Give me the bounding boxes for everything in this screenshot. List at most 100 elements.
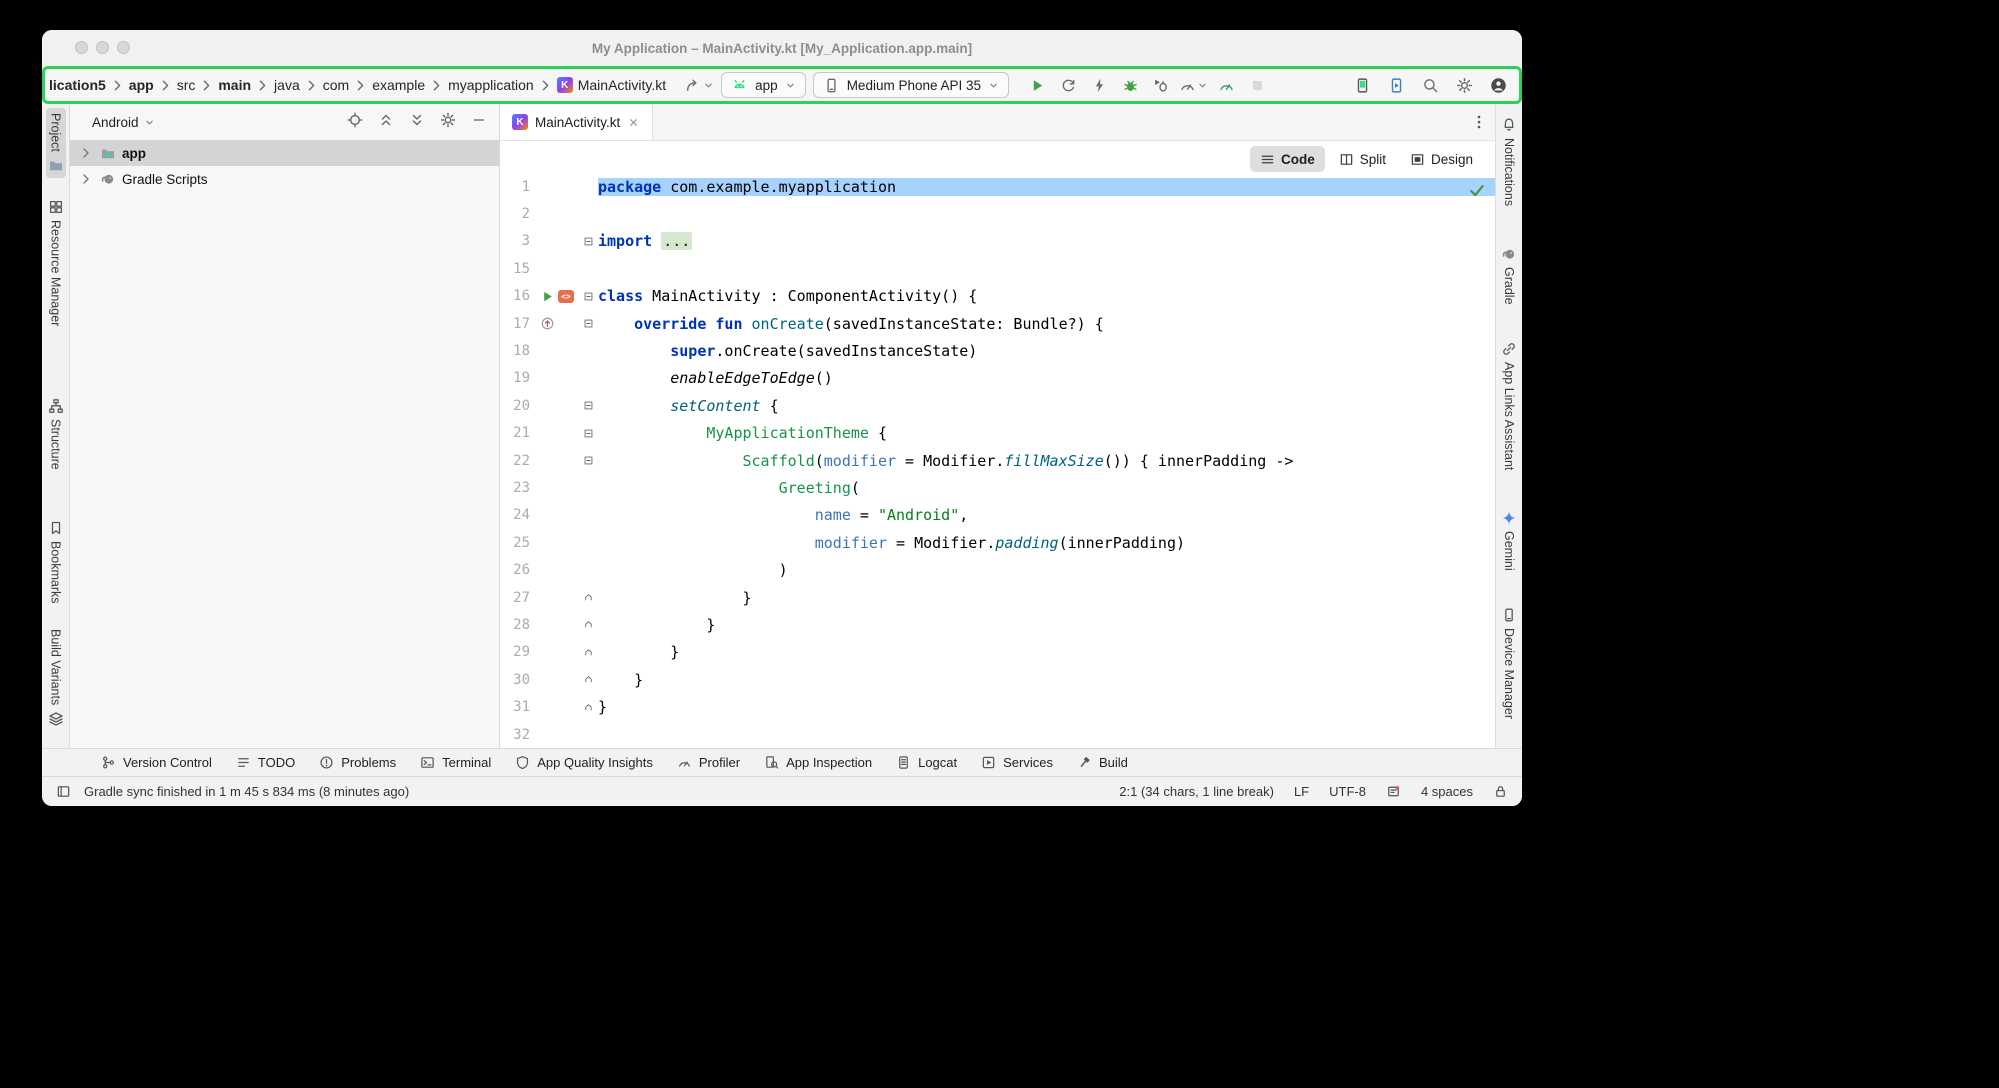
tool-window-version-control[interactable]: Version Control <box>90 751 223 775</box>
stripe-item-device-manager[interactable]: Device Manager <box>1499 602 1519 724</box>
code-line-17[interactable]: 17 override fun onCreate(savedInstanceSt… <box>500 310 1495 337</box>
code-line-30[interactable]: 30 } <box>500 666 1495 693</box>
stripe-item-bookmarks[interactable]: Bookmarks <box>46 515 66 609</box>
close-window-button[interactable] <box>75 41 88 54</box>
code-line-23[interactable]: 23 Greeting( <box>500 474 1495 501</box>
apply-code-changes-button[interactable] <box>1086 72 1112 98</box>
compose-gutter-icon[interactable]: <> <box>558 290 574 303</box>
search-button[interactable] <box>1417 72 1443 98</box>
override-gutter-icon[interactable] <box>540 316 555 331</box>
code-line-3[interactable]: 3import ... <box>500 228 1495 255</box>
tool-window-terminal[interactable]: Terminal <box>409 751 502 775</box>
code-line-32[interactable]: 32 <box>500 721 1495 748</box>
vcs-update-widget[interactable] <box>684 77 714 94</box>
tool-window-services[interactable]: Services <box>970 751 1064 775</box>
tool-window-profiler[interactable]: Profiler <box>666 751 751 775</box>
code-line-29[interactable]: 29 } <box>500 639 1495 666</box>
tool-window-logcat[interactable]: Logcat <box>885 751 968 775</box>
stripe-item-notifications[interactable]: Notifications <box>1499 112 1519 211</box>
code-line-15[interactable]: 15 <box>500 255 1495 282</box>
device-selector[interactable]: Medium Phone API 35 <box>813 72 1009 98</box>
code-line-1[interactable]: 1package com.example.myapplication <box>500 173 1495 200</box>
stripe-item-build-variants[interactable]: Build Variants <box>46 624 66 731</box>
indent-widget[interactable]: 4 spaces <box>1421 784 1473 799</box>
stripe-item-structure[interactable]: Structure <box>46 393 66 475</box>
tool-window-todo[interactable]: TODO <box>225 751 306 775</box>
breadcrumb-mainactivity-kt[interactable]: KMainActivity.kt <box>556 76 667 94</box>
fold-open-icon[interactable] <box>583 428 594 439</box>
apply-changes-button[interactable] <box>1055 72 1081 98</box>
tool-window-problems[interactable]: Problems <box>308 751 407 775</box>
fold-open-icon[interactable] <box>583 236 594 247</box>
run-button[interactable] <box>1024 72 1050 98</box>
code-line-16[interactable]: 16<>class MainActivity : ComponentActivi… <box>500 283 1495 310</box>
editor-tab-mainactivity[interactable]: K MainActivity.kt <box>500 104 653 140</box>
code-line-19[interactable]: 19 enableEdgeToEdge() <box>500 365 1495 392</box>
fold-end-icon[interactable] <box>583 647 594 658</box>
caret-position-widget[interactable]: 2:1 (34 chars, 1 line break) <box>1119 784 1274 799</box>
readonly-lock-icon[interactable] <box>1493 784 1508 799</box>
mode-split-button[interactable]: Split <box>1329 146 1396 172</box>
fold-end-icon[interactable] <box>583 619 594 630</box>
fold-end-icon[interactable] <box>583 702 594 713</box>
tool-window-app-quality-insights[interactable]: App Quality Insights <box>504 751 664 775</box>
code-line-24[interactable]: 24 name = "Android", <box>500 502 1495 529</box>
run-configuration-selector[interactable]: app <box>721 72 806 98</box>
fold-open-icon[interactable] <box>583 318 594 329</box>
zoom-window-button[interactable] <box>117 41 130 54</box>
stripe-item-resource-manager[interactable]: Resource Manager <box>46 194 66 331</box>
code-line-22[interactable]: 22 Scaffold(modifier = Modifier.fillMaxS… <box>500 447 1495 474</box>
collapse-all-button[interactable] <box>378 112 394 133</box>
project-view-selector[interactable]: Android <box>92 115 155 130</box>
code-line-31[interactable]: 31} <box>500 693 1495 720</box>
tree-item-gradle-scripts[interactable]: Gradle Scripts <box>70 166 499 192</box>
code-line-26[interactable]: 26 ) <box>500 556 1495 583</box>
code-line-27[interactable]: 27 } <box>500 584 1495 611</box>
expand-all-button[interactable] <box>409 112 425 133</box>
profile-low-overhead-button[interactable] <box>1213 72 1239 98</box>
close-tab-icon[interactable] <box>627 116 640 129</box>
profiler-button[interactable] <box>1179 72 1208 98</box>
run-gutter-icon[interactable] <box>540 289 555 304</box>
status-widget-icon[interactable] <box>1386 784 1401 799</box>
inspections-ok-icon[interactable] <box>1468 181 1486 199</box>
fold-end-icon[interactable] <box>583 674 594 685</box>
line-separator-widget[interactable]: LF <box>1294 784 1309 799</box>
stripe-item-project[interactable]: Project <box>46 108 66 178</box>
encoding-widget[interactable]: UTF-8 <box>1329 784 1366 799</box>
code-line-2[interactable]: 2 <box>500 200 1495 227</box>
stop-button[interactable] <box>1244 72 1270 98</box>
stripe-item-app-links-assistant[interactable]: App Links Assistant <box>1499 336 1519 475</box>
panel-settings-button[interactable] <box>440 112 456 133</box>
code-line-28[interactable]: 28 } <box>500 611 1495 638</box>
settings-button[interactable] <box>1451 72 1477 98</box>
tool-windows-toggle-icon[interactable] <box>56 784 71 799</box>
tool-window-build[interactable]: Build <box>1066 751 1139 775</box>
profile-avatar-button[interactable] <box>1485 72 1511 98</box>
device-mirroring-button[interactable] <box>1349 72 1375 98</box>
stripe-item-gemini[interactable]: Gemini <box>1499 505 1519 576</box>
hide-panel-button[interactable] <box>471 112 487 133</box>
code-line-18[interactable]: 18 super.onCreate(savedInstanceState) <box>500 337 1495 364</box>
minimize-window-button[interactable] <box>96 41 109 54</box>
stripe-item-gradle[interactable]: Gradle <box>1499 241 1519 310</box>
running-devices-button[interactable] <box>1383 72 1409 98</box>
breadcrumb-main[interactable]: main <box>217 76 252 94</box>
breadcrumb-src[interactable]: src <box>176 76 197 94</box>
tree-item-app[interactable]: app <box>70 140 499 166</box>
breadcrumb-example[interactable]: example <box>371 76 426 94</box>
mode-design-button[interactable]: Design <box>1400 146 1483 172</box>
fold-open-icon[interactable] <box>583 291 594 302</box>
breadcrumb-java[interactable]: java <box>273 76 301 94</box>
breadcrumb-com[interactable]: com <box>322 76 350 94</box>
editor-options-kebab-icon[interactable] <box>1471 114 1487 130</box>
locate-button[interactable] <box>347 112 363 133</box>
breadcrumb-app[interactable]: app <box>128 76 155 94</box>
breadcrumb-myapplication[interactable]: myapplication <box>447 76 535 94</box>
status-message[interactable]: Gradle sync finished in 1 m 45 s 834 ms … <box>84 784 409 799</box>
fold-end-icon[interactable] <box>583 592 594 603</box>
breadcrumb-lication5[interactable]: lication5 <box>48 76 107 94</box>
fold-open-icon[interactable] <box>583 400 594 411</box>
mode-code-button[interactable]: Code <box>1250 146 1325 172</box>
code-line-21[interactable]: 21 MyApplicationTheme { <box>500 420 1495 447</box>
